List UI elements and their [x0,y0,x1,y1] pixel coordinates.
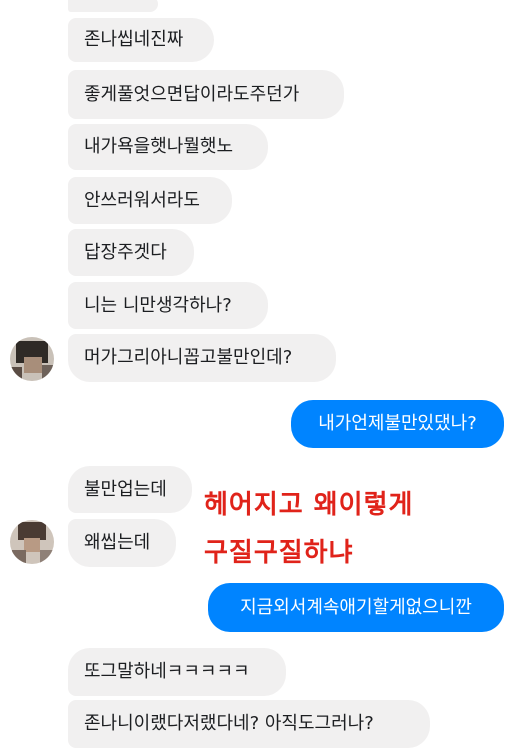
sender-avatar[interactable] [10,337,54,381]
message-text: 니는 니만생각하나? [84,294,232,316]
outgoing-message[interactable]: 지금외서계속애기할게없으니깐 [208,583,504,632]
message-text: 좋게풀엇으면답이라도주던가 [84,83,300,105]
message-text: 답장주겟다 [84,241,167,263]
avatar-mosaic-tile [24,357,42,373]
avatar-mosaic-tile [24,538,40,552]
avatar-mosaic-tile [40,550,54,564]
incoming-message[interactable]: 안쓰러워서라도 [68,177,232,224]
incoming-message[interactable]: 머가그리아니꼽고불만인데? [68,334,336,382]
avatar-mosaic-tile [10,367,22,381]
overlay-caption-line: 구질구질하냐 [204,538,354,568]
message-text: 존나씹네진짜 [84,29,184,50]
outgoing-message[interactable]: 내가언제불만있댔나? [291,400,504,448]
message-text: 불만업는데 [84,478,167,500]
incoming-message[interactable]: 또그말하네ㅋㅋㅋㅋㅋ [68,648,286,696]
overlay-caption-line: 헤어지고 왜이렇게 [204,490,414,520]
message-text: 내가언제불만있댔나? [318,413,477,434]
message-text: 왜씹는데 [84,532,151,553]
incoming-message[interactable]: 내가욕을햇나뭘햇노 [68,124,268,170]
message-text: 내가욕을햇나뭘햇노 [84,136,234,157]
sender-avatar[interactable] [10,520,54,564]
message-text: 존나니이랬다저랬다네? 아직도그러나? [84,713,374,734]
message-text: 또그말하네ㅋㅋㅋㅋㅋ [84,661,250,682]
incoming-message[interactable]: 존나씹네진짜 [68,18,214,62]
message-text: 머가그리아니꼽고불만인데? [84,347,293,368]
avatar-mosaic-tile [12,550,26,564]
message-text: 안쓰러워서라도 [84,189,200,211]
message-text: 지금외서계속애기할게없으니깐 [240,596,472,618]
incoming-message[interactable]: 존나니이랬다저랬다네? 아직도그러나? [68,700,430,748]
incoming-message[interactable]: 니는 니만생각하나? [68,282,268,329]
avatar-mosaic-tile [42,365,54,381]
incoming-message[interactable] [68,0,158,12]
incoming-message[interactable]: 불만업는데 [68,466,192,513]
incoming-message[interactable]: 좋게풀엇으면답이라도주던가 [68,70,344,119]
incoming-message[interactable]: 왜씹는데 [68,519,176,567]
incoming-message[interactable]: 답장주겟다 [68,229,194,276]
